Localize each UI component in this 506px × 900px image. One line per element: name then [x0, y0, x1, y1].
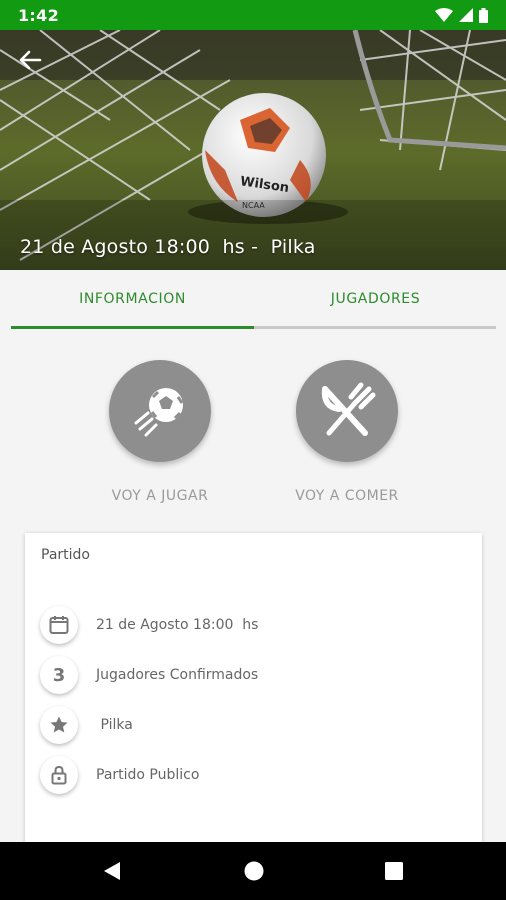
soccer-ball-net-photo: Wilson NCAA [0, 30, 506, 270]
home-nav-icon[interactable] [243, 860, 265, 882]
player-count-badge: 3 [40, 656, 78, 694]
row-date: 21 de Agosto 18:00 hs [40, 605, 460, 645]
tab-bar: INFORMACION JUGADORES [0, 270, 506, 330]
row-players: 3 Jugadores Confirmados [40, 655, 460, 695]
wifi-icon [435, 8, 453, 22]
system-nav-bar [0, 842, 506, 900]
status-time: 1:42 [18, 5, 59, 25]
tab-active-indicator [11, 326, 254, 329]
row-players-text: Jugadores Confirmados [96, 667, 259, 683]
voy-a-jugar-button[interactable] [109, 360, 211, 462]
voy-a-comer-action[interactable]: VOY A COMER [267, 360, 427, 504]
voy-a-jugar-label: VOY A JUGAR [111, 488, 209, 504]
row-location-text: Pilka [96, 717, 133, 733]
tab-jugadores[interactable]: JUGADORES [254, 270, 497, 328]
fork-knife-icon [321, 382, 376, 436]
voy-a-comer-button[interactable] [296, 360, 398, 462]
calendar-icon [40, 606, 78, 644]
row-visibility-text: Partido Publico [96, 767, 200, 783]
back-arrow-icon[interactable] [16, 46, 44, 74]
recents-nav-icon[interactable] [383, 860, 405, 882]
card-title: Partido [41, 547, 90, 563]
lock-icon [40, 756, 78, 794]
back-nav-icon[interactable] [101, 860, 123, 882]
star-icon [40, 706, 78, 744]
voy-a-comer-label: VOY A COMER [295, 488, 399, 504]
app-screen: 1:42 Wilson NCAA 21 de Agosto 18:00 hs -… [0, 0, 506, 900]
match-title: 21 de Agosto 18:00 hs - Pilka [20, 236, 316, 258]
row-date-text: 21 de Agosto 18:00 hs [96, 617, 259, 633]
row-visibility: Partido Publico [40, 755, 460, 795]
signal-icon [459, 8, 473, 22]
soccer-ball-icon [134, 388, 184, 437]
status-icons [435, 7, 488, 23]
match-info-card: Partido 21 de Agosto 18:00 hs 3 Jugadore… [25, 533, 482, 863]
row-location: Pilka [40, 705, 460, 745]
tab-informacion[interactable]: INFORMACION [11, 270, 254, 328]
battery-icon [479, 7, 488, 23]
voy-a-jugar-action[interactable]: VOY A JUGAR [80, 360, 240, 504]
match-header-image: Wilson NCAA 21 de Agosto 18:00 hs - Pilk… [0, 30, 506, 270]
status-bar: 1:42 [0, 0, 506, 30]
